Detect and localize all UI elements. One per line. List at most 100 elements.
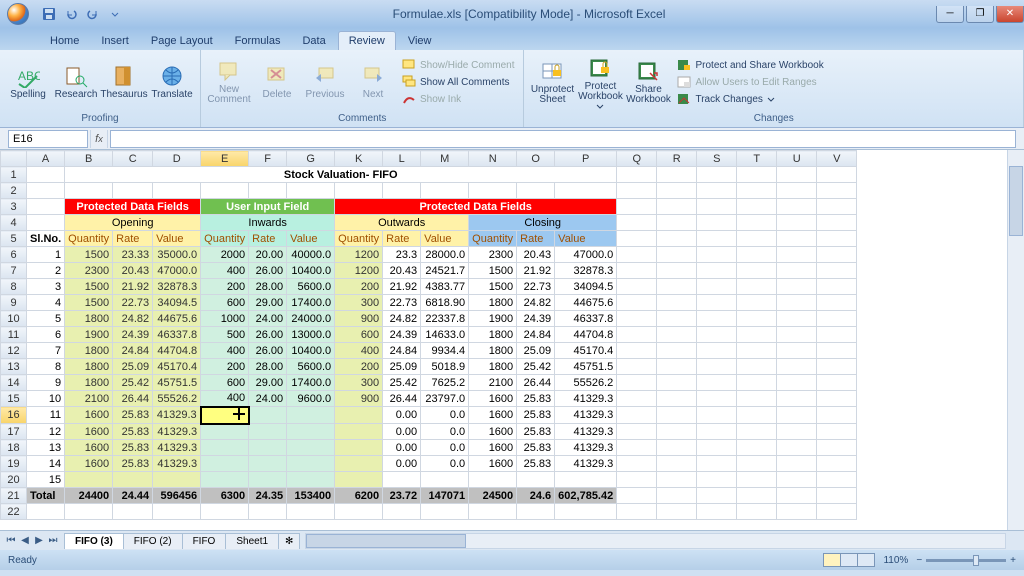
column-header[interactable]: S bbox=[697, 151, 737, 167]
zoom-out-button[interactable]: − bbox=[916, 555, 922, 566]
research-button[interactable]: Research bbox=[54, 53, 98, 111]
tab-data[interactable]: Data bbox=[292, 32, 335, 50]
cell[interactable]: 400 bbox=[201, 391, 249, 407]
tab-review[interactable]: Review bbox=[338, 31, 396, 50]
column-header[interactable]: M bbox=[421, 151, 469, 167]
next-comment-button[interactable]: Next bbox=[351, 53, 395, 111]
previous-comment-button[interactable]: Previous bbox=[303, 53, 347, 111]
undo-icon[interactable] bbox=[62, 5, 80, 23]
sheet-nav-first-icon[interactable]: ⏮ bbox=[4, 534, 18, 548]
unprotect-sheet-button[interactable]: Unprotect Sheet bbox=[530, 53, 574, 111]
column-header[interactable]: F bbox=[249, 151, 287, 167]
show-ink-button[interactable]: Show Ink bbox=[399, 91, 517, 107]
active-cell[interactable] bbox=[201, 407, 249, 424]
column-header[interactable]: L bbox=[383, 151, 421, 167]
show-all-comments-button[interactable]: Show All Comments bbox=[399, 74, 517, 90]
name-box[interactable] bbox=[8, 130, 88, 148]
row-header[interactable]: 13 bbox=[1, 359, 27, 375]
row-header[interactable]: 11 bbox=[1, 327, 27, 343]
minimize-button[interactable]: ─ bbox=[936, 6, 964, 23]
row-header[interactable]: 15 bbox=[1, 391, 27, 407]
qat-dropdown-icon[interactable] bbox=[106, 5, 124, 23]
cell[interactable]: 600 bbox=[201, 375, 249, 391]
column-header[interactable]: Q bbox=[617, 151, 657, 167]
cell[interactable] bbox=[201, 424, 249, 440]
column-header[interactable]: D bbox=[153, 151, 201, 167]
column-header[interactable]: B bbox=[65, 151, 113, 167]
sheet-tab[interactable]: FIFO bbox=[182, 533, 227, 549]
protect-workbook-button[interactable]: Protect Workbook bbox=[578, 53, 622, 111]
translate-button[interactable]: Translate bbox=[150, 53, 194, 111]
column-header[interactable]: T bbox=[737, 151, 777, 167]
normal-view-button[interactable] bbox=[823, 553, 841, 567]
cell[interactable]: 1000 bbox=[201, 311, 249, 327]
formula-bar[interactable] bbox=[110, 130, 1016, 148]
row-header[interactable]: 6 bbox=[1, 247, 27, 263]
row-header[interactable]: 17 bbox=[1, 424, 27, 440]
sheet-nav-prev-icon[interactable]: ◀ bbox=[18, 534, 32, 548]
row-header[interactable]: 16 bbox=[1, 407, 27, 424]
column-header[interactable]: A bbox=[27, 151, 65, 167]
column-header[interactable] bbox=[1, 151, 27, 167]
sheet-tab[interactable]: FIFO (2) bbox=[123, 533, 183, 549]
allow-edit-ranges-button[interactable]: Allow Users to Edit Ranges bbox=[674, 74, 826, 90]
column-header[interactable]: O bbox=[517, 151, 555, 167]
sheet-tab[interactable]: FIFO (3) bbox=[64, 533, 124, 549]
column-header[interactable]: N bbox=[469, 151, 517, 167]
maximize-button[interactable]: ❐ bbox=[966, 6, 994, 23]
column-header[interactable]: G bbox=[287, 151, 335, 167]
protect-share-workbook-button[interactable]: Protect and Share Workbook bbox=[674, 57, 826, 73]
new-sheet-icon[interactable]: ✻ bbox=[278, 533, 300, 549]
sheet-nav-next-icon[interactable]: ▶ bbox=[32, 534, 46, 548]
cell[interactable] bbox=[201, 440, 249, 456]
zoom-slider[interactable] bbox=[926, 559, 1006, 562]
redo-icon[interactable] bbox=[84, 5, 102, 23]
tab-page-layout[interactable]: Page Layout bbox=[141, 32, 223, 50]
column-header[interactable]: K bbox=[335, 151, 383, 167]
zoom-in-button[interactable]: + bbox=[1010, 555, 1016, 566]
delete-comment-button[interactable]: Delete bbox=[255, 53, 299, 111]
tab-home[interactable]: Home bbox=[40, 32, 89, 50]
share-workbook-button[interactable]: Share Workbook bbox=[626, 53, 670, 111]
track-changes-button[interactable]: Track Changes bbox=[674, 91, 826, 107]
page-layout-view-button[interactable] bbox=[840, 553, 858, 567]
column-header[interactable]: R bbox=[657, 151, 697, 167]
row-header[interactable]: 7 bbox=[1, 263, 27, 279]
row-header[interactable]: 10 bbox=[1, 311, 27, 327]
vertical-scrollbar[interactable] bbox=[1007, 150, 1024, 530]
cell[interactable]: 200 bbox=[201, 359, 249, 375]
new-comment-button[interactable]: New Comment bbox=[207, 53, 251, 111]
row-header[interactable]: 14 bbox=[1, 375, 27, 391]
tab-formulas[interactable]: Formulas bbox=[225, 32, 291, 50]
spelling-button[interactable]: ABCSpelling bbox=[6, 53, 50, 111]
cell[interactable]: 2000 bbox=[201, 247, 249, 263]
sheet-nav-last-icon[interactable]: ⏭ bbox=[46, 534, 60, 548]
thesaurus-button[interactable]: Thesaurus bbox=[102, 53, 146, 111]
tab-insert[interactable]: Insert bbox=[91, 32, 139, 50]
tab-view[interactable]: View bbox=[398, 32, 442, 50]
fx-icon[interactable]: fx bbox=[90, 130, 108, 148]
spreadsheet-grid[interactable]: ABCDEFGKLMNOPQRSTUV1Stock Valuation- FIF… bbox=[0, 150, 1024, 530]
column-header[interactable]: U bbox=[777, 151, 817, 167]
cell[interactable]: 600 bbox=[201, 295, 249, 311]
cell[interactable]: 400 bbox=[201, 343, 249, 359]
office-button[interactable] bbox=[0, 0, 36, 28]
cell[interactable] bbox=[201, 456, 249, 472]
row-header[interactable]: 1 bbox=[1, 167, 27, 183]
show-hide-comment-button[interactable]: Show/Hide Comment bbox=[399, 57, 517, 73]
column-header[interactable]: E bbox=[201, 151, 249, 167]
column-header[interactable]: P bbox=[555, 151, 617, 167]
column-header[interactable]: V bbox=[817, 151, 857, 167]
cell[interactable]: 200 bbox=[201, 279, 249, 295]
page-break-view-button[interactable] bbox=[857, 553, 875, 567]
row-header[interactable]: 19 bbox=[1, 456, 27, 472]
cell[interactable]: 400 bbox=[201, 263, 249, 279]
row-header[interactable]: 20 bbox=[1, 472, 27, 488]
close-button[interactable]: ✕ bbox=[996, 6, 1024, 23]
horizontal-scrollbar[interactable] bbox=[305, 533, 1006, 549]
row-header[interactable]: 12 bbox=[1, 343, 27, 359]
row-header[interactable]: 18 bbox=[1, 440, 27, 456]
save-icon[interactable] bbox=[40, 5, 58, 23]
cell[interactable]: 500 bbox=[201, 327, 249, 343]
row-header[interactable]: 9 bbox=[1, 295, 27, 311]
